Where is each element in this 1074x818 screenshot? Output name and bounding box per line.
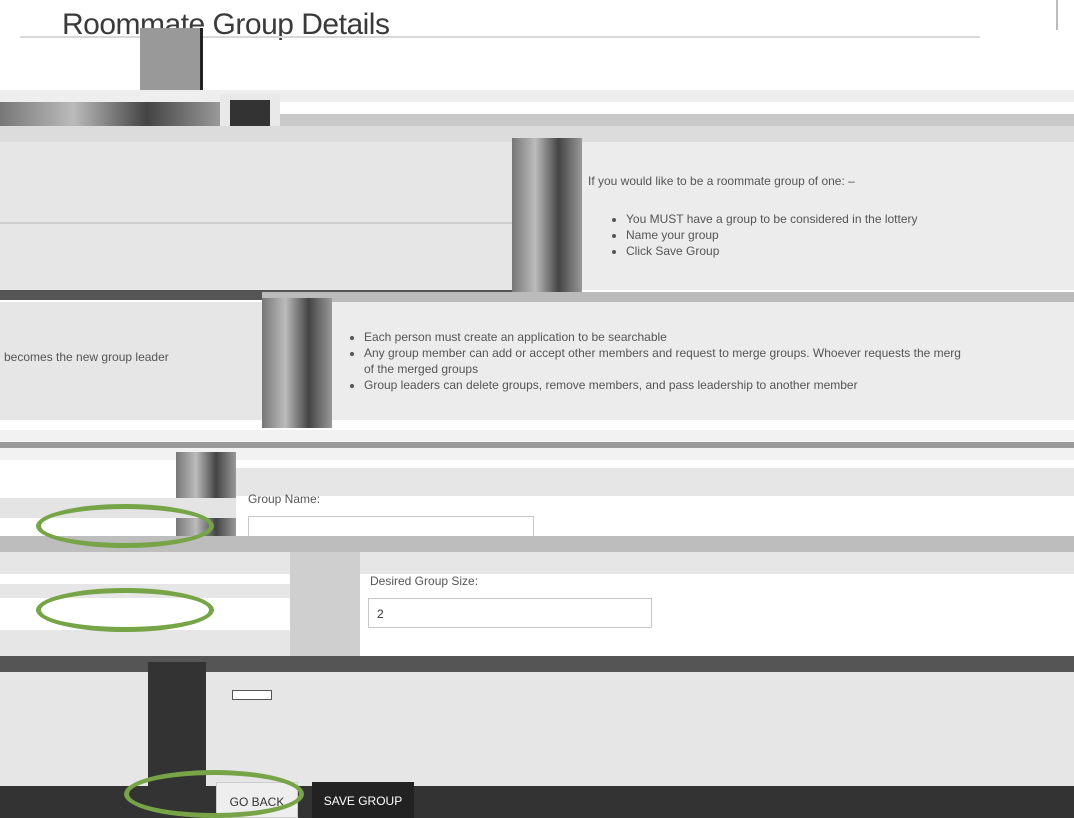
- form-band: [0, 552, 1074, 574]
- glitch-block: [290, 552, 360, 662]
- left-panel: [0, 672, 148, 786]
- glitch-band: [262, 292, 1074, 302]
- left-note: becomes the new group leader: [4, 350, 169, 364]
- highlight-ellipse: [36, 504, 214, 548]
- left-panel: [0, 142, 512, 292]
- multi-group-list: Each person must create an application t…: [342, 328, 1074, 394]
- save-group-button[interactable]: SAVE GROUP: [312, 782, 414, 818]
- list-item: You MUST have a group to be considered i…: [626, 212, 918, 226]
- list-item: Any group member can add or accept other…: [364, 346, 1074, 360]
- glitch-band: [0, 90, 1074, 102]
- glitch-stripe: [262, 298, 332, 428]
- group-of-one-info: If you would like to be a roommate group…: [582, 142, 1074, 290]
- list-item: Click Save Group: [626, 244, 918, 258]
- glitch-block: [140, 28, 200, 90]
- glitch-stripe: [0, 102, 220, 126]
- checkbox-panel: [206, 672, 1074, 786]
- group-name-input[interactable]: [248, 516, 534, 538]
- glitch-band: [0, 442, 1074, 448]
- right-edge-divider: [1056, 0, 1058, 30]
- panel-divider: [0, 222, 512, 224]
- glitch-divider: [200, 28, 203, 90]
- highlight-ellipse: [36, 588, 214, 632]
- group-of-one-list: You MUST have a group to be considered i…: [604, 210, 918, 260]
- list-item: of the merged groups: [364, 362, 479, 376]
- multi-group-info: Each person must create an application t…: [332, 302, 1074, 420]
- list-item: Group leaders can delete groups, remove …: [364, 378, 1074, 392]
- agree-checkbox[interactable]: [232, 690, 272, 700]
- glitch-stripe: [512, 138, 582, 298]
- glitch-block: [148, 662, 206, 786]
- form-band: [236, 468, 1074, 496]
- group-of-one-intro: If you would like to be a roommate group…: [588, 174, 855, 188]
- list-item: Each person must create an application t…: [364, 330, 1074, 344]
- list-item: Name your group: [626, 228, 918, 242]
- desired-size-label: Desired Group Size:: [370, 574, 479, 588]
- left-band: [0, 630, 290, 658]
- group-name-label: Group Name:: [248, 492, 321, 506]
- desired-size-select[interactable]: 2: [368, 598, 652, 628]
- highlight-ellipse: [124, 770, 304, 818]
